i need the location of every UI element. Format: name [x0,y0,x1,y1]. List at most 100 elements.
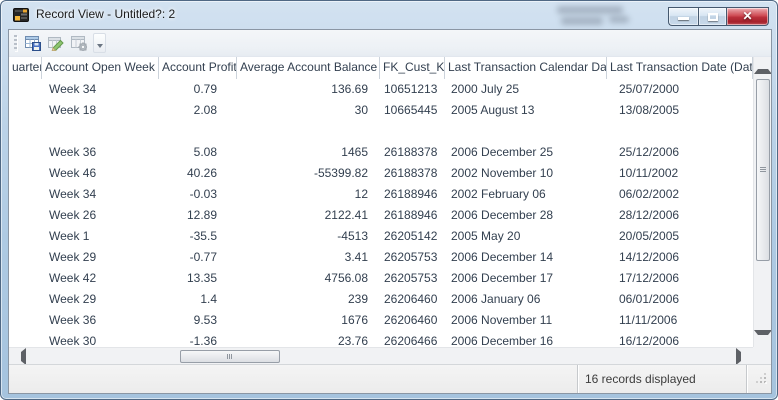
column-header[interactable]: Account Profit [159,57,237,79]
cell: 3.41 [237,247,380,268]
horizontal-scroll-thumb[interactable] [180,350,280,363]
column-header[interactable]: FK_Cust_Key [380,57,445,79]
scroll-up-button[interactable] [754,57,771,74]
table-body: Week 340.79136.69106512132000 July 2525/… [9,79,753,352]
minimize-button[interactable] [668,7,698,26]
window-title: Record View - Untitled?: 2 [36,7,175,21]
cell: 26205753 [380,247,445,268]
arrow-left-icon [9,348,26,364]
table-row[interactable]: Week 4640.26-55399.82261883782002 Novemb… [9,163,753,184]
cell: 20/05/2005 [607,226,753,247]
scroll-right-button[interactable] [736,348,753,364]
cell: Week 46 [42,163,159,184]
table-gear-icon [71,35,87,51]
cell: 14/12/2006 [607,247,753,268]
cell: 13.35 [159,268,237,289]
cell [159,121,237,142]
close-icon: ✕ [727,9,768,23]
window-controls: ✕ [668,7,769,26]
table-edit-icon [48,35,64,51]
cell: 26188946 [380,205,445,226]
cell: -0.03 [159,184,237,205]
scroll-down-button[interactable] [754,330,771,347]
column-header[interactable]: Average Account Balance [237,57,380,79]
cell: 2006 December 17 [445,268,607,289]
vertical-scrollbar[interactable] [753,57,771,347]
status-bar: 16 records displayed [9,364,771,393]
cell: 2122.41 [237,205,380,226]
title-bar[interactable]: Record View - Untitled?: 2 ✕ [1,1,777,29]
toolbar-overflow-button[interactable] [93,33,106,53]
cell [607,121,753,142]
cell [42,121,159,142]
arrow-down-icon [754,330,771,347]
cell: 2002 November 10 [445,163,607,184]
edit-table-button[interactable] [44,32,67,54]
cell: 25/07/2000 [607,79,753,100]
vertical-scroll-thumb[interactable] [756,79,770,261]
cell: 2.08 [159,100,237,121]
save-table-button[interactable] [21,32,44,54]
cell: 13/08/2005 [607,100,753,121]
cell [9,268,42,289]
scroll-left-button[interactable] [9,348,26,364]
column-header[interactable]: uarter [9,57,42,79]
cell: 12.89 [159,205,237,226]
resize-grip-icon [747,365,771,388]
table-row[interactable]: Week 182.0830106654452005 August 1313/08… [9,100,753,121]
resize-grip[interactable] [747,365,771,393]
background-window-artifact [557,6,623,14]
cell [237,121,380,142]
table-row[interactable]: Week 365.081465261883782006 December 252… [9,142,753,163]
cell: 239 [237,289,380,310]
cell: 06/02/2002 [607,184,753,205]
cell: 30 [237,100,380,121]
table-row[interactable]: Week 2612.892122.41261889462006 December… [9,205,753,226]
toolbar-grip[interactable] [14,35,17,51]
cell: Week 34 [42,184,159,205]
table-row[interactable] [9,121,753,142]
cell [9,79,42,100]
cell: Week 42 [42,268,159,289]
table-row[interactable]: Week 291.4239262064602006 January 0606/0… [9,289,753,310]
horizontal-scrollbar[interactable] [9,347,753,364]
thumb-grip-icon [227,354,232,359]
arrow-right-icon [736,348,753,364]
cell [9,121,42,142]
table-settings-button[interactable] [67,32,90,54]
cell [9,247,42,268]
cell: 17/12/2006 [607,268,753,289]
column-header[interactable]: Account Open Week [42,57,159,79]
cell: 1676 [237,310,380,331]
cell: 1465 [237,142,380,163]
cell: Week 1 [42,226,159,247]
cell: 40.26 [159,163,237,184]
column-header[interactable]: Last Transaction Calendar Date [445,57,607,79]
close-button[interactable]: ✕ [727,7,769,26]
maximize-button[interactable] [698,7,727,26]
column-header[interactable]: Last Transaction Date (Dat [607,57,753,79]
table-row[interactable]: Week 29-0.773.41262057532006 December 14… [9,247,753,268]
cell: 28/12/2006 [607,205,753,226]
table-row[interactable]: Week 34-0.0312261889462002 February 0606… [9,184,753,205]
cell [9,205,42,226]
maximize-icon [708,13,718,21]
cell: Week 29 [42,247,159,268]
background-window-artifact [609,16,629,23]
cell [9,142,42,163]
cell: 26188946 [380,184,445,205]
cell: 26206460 [380,289,445,310]
cell: Week 36 [42,310,159,331]
record-view-icon [13,7,29,23]
arrow-up-icon [754,57,771,74]
background-window-artifact [561,17,603,25]
table-row[interactable]: Week 369.531676262064602006 November 111… [9,310,753,331]
table-row[interactable]: Week 4213.354756.08262057532006 December… [9,268,753,289]
cell: 26188378 [380,142,445,163]
cell [445,121,607,142]
table-row[interactable]: Week 340.79136.69106512132000 July 2525/… [9,79,753,100]
cell: 1.4 [159,289,237,310]
table-row[interactable]: Week 1-35.5-4513262051422005 May 2020/05… [9,226,753,247]
cell [9,100,42,121]
record-count-panel: 16 records displayed [577,365,747,393]
